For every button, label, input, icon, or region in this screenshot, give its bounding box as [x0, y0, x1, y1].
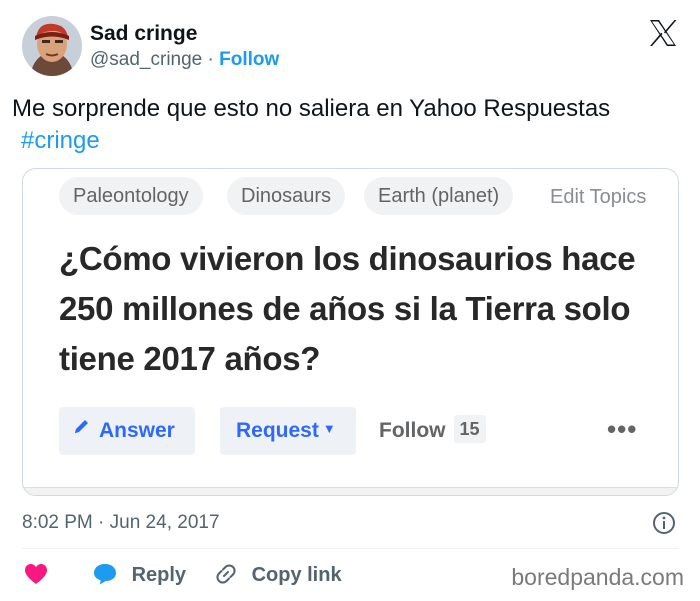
tweet-body: Me sorprende que esto no saliera en Yaho…: [12, 95, 611, 122]
reply-bubble-icon: [92, 563, 124, 586]
avatar[interactable]: [22, 16, 82, 76]
watermark: boredpanda.com: [511, 564, 684, 590]
edit-topics-link[interactable]: Edit Topics: [550, 177, 646, 215]
avatar-photo: [22, 16, 82, 76]
follow-button[interactable]: Follow: [219, 49, 279, 70]
copy-link-label: Copy link: [251, 564, 342, 586]
info-icon[interactable]: [652, 511, 676, 535]
follow-question-label: Follow: [379, 419, 446, 442]
author-sub: @sad_cringe · Follow: [90, 46, 279, 74]
answer-button[interactable]: Answer: [59, 407, 195, 455]
question-actions: Answer Request ▼ Follow 15 •••: [59, 407, 659, 455]
more-options-icon[interactable]: •••: [607, 407, 637, 455]
hashtag-link[interactable]: #cringe: [21, 127, 100, 154]
divider: [22, 548, 678, 549]
follow-count-badge: 15: [453, 415, 486, 444]
separator-dot: ·: [207, 49, 214, 70]
tweet-actions: Reply Copy link boredpanda.com: [22, 558, 692, 592]
heart-icon: [24, 563, 48, 586]
reply-label: Reply: [131, 564, 187, 586]
caret-down-icon: ▼: [322, 421, 336, 437]
reply-button[interactable]: Reply: [92, 558, 186, 592]
author-name[interactable]: Sad cringe: [90, 22, 279, 46]
x-logo-icon[interactable]: [648, 18, 678, 48]
request-label: Request: [236, 419, 319, 442]
topic-chip[interactable]: Paleontology: [59, 177, 203, 215]
embed-bottom-bar: [23, 487, 678, 495]
author-handle[interactable]: @sad_cringe: [90, 49, 202, 70]
tweet-text: Me sorprende que esto no saliera en Yaho…: [12, 93, 692, 157]
like-button[interactable]: [24, 558, 48, 592]
topic-chip[interactable]: Dinosaurs: [227, 177, 346, 215]
link-icon: [214, 564, 244, 586]
topic-chip[interactable]: Earth (planet): [364, 177, 514, 215]
request-button[interactable]: Request ▼: [220, 407, 356, 455]
question-title[interactable]: ¿Cómo vivieron los dinosaurios hace 250 …: [59, 234, 669, 384]
tweet-timestamp[interactable]: 8:02 PM · Jun 24, 2017: [22, 510, 220, 536]
author-block: Sad cringe @sad_cringe · Follow: [90, 22, 279, 74]
tweet-header: Sad cringe @sad_cringe · Follow: [22, 14, 682, 78]
follow-question-button[interactable]: Follow 15: [379, 407, 486, 455]
answer-label: Answer: [99, 419, 175, 442]
copy-link-button[interactable]: Copy link: [214, 558, 342, 592]
quora-embed-card[interactable]: Paleontology Dinosaurs Earth (planet) Ed…: [22, 168, 679, 496]
pencil-icon: [73, 405, 91, 453]
topic-list: Paleontology Dinosaurs Earth (planet) Ed…: [59, 177, 668, 223]
